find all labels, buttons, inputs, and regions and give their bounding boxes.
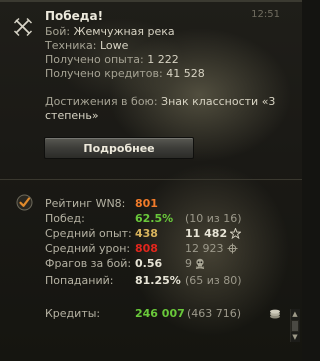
total-frags-value: 9 bbox=[185, 257, 192, 270]
credits-earned-value: 41 528 bbox=[166, 67, 205, 80]
details-button[interactable]: Подробнее bbox=[44, 137, 194, 159]
avg-damage-label: Средний урон: bbox=[45, 242, 131, 255]
message-time: 12:51 bbox=[251, 9, 280, 20]
hits-count: (65 из 80) bbox=[185, 274, 242, 287]
scroll-down-arrow-icon[interactable]: ▼ bbox=[291, 333, 299, 342]
battle-map-line: Бой: Жемчужная река bbox=[45, 25, 175, 38]
credits-label: Кредиты: bbox=[45, 307, 101, 320]
wins-count: (10 из 16) bbox=[185, 212, 242, 225]
vehicle-value: Lowe bbox=[99, 39, 129, 52]
wins-value: 62.5% bbox=[135, 212, 174, 225]
wn8-label: Рейтинг WN8: bbox=[45, 197, 126, 210]
total-xp-value: 11 482 bbox=[185, 227, 228, 240]
crosshair-icon bbox=[226, 243, 238, 254]
vehicle-label: Техника: bbox=[45, 39, 97, 52]
credits-earned-label: Получено кредитов: bbox=[45, 67, 163, 80]
wins-label: Побед: bbox=[45, 212, 85, 225]
achievements-line: Достижения в бою: Знак классности «3 сте… bbox=[45, 95, 280, 123]
skull-icon bbox=[195, 258, 205, 269]
frags-label: Фрагов за бой: bbox=[45, 257, 132, 270]
xp-earned-label: Получено опыта: bbox=[45, 53, 144, 66]
section-divider bbox=[0, 179, 302, 180]
coin-stack-icon bbox=[270, 309, 280, 319]
hits-label: Попаданий: bbox=[45, 274, 114, 287]
credits-value: 246 007 bbox=[135, 307, 185, 320]
battle-map-value: Жемчужная река bbox=[73, 25, 175, 38]
star-icon bbox=[230, 228, 242, 239]
vehicle-line: Техника: Lowe bbox=[45, 39, 128, 52]
battle-map-label: Бой: bbox=[45, 25, 71, 38]
avg-damage-value: 808 bbox=[135, 242, 158, 255]
credits-earned-line: Получено кредитов: 41 528 bbox=[45, 67, 205, 80]
xp-earned-line: Получено опыта: 1 222 bbox=[45, 53, 179, 66]
scrollbar-thumb[interactable] bbox=[291, 320, 299, 332]
total-xp-group: 11 482 bbox=[185, 227, 242, 240]
checkmark-icon bbox=[16, 194, 33, 211]
total-damage-group: 12 923 bbox=[185, 242, 238, 255]
achievements-label: Достижения в бою: bbox=[45, 95, 158, 108]
total-damage-value: 12 923 bbox=[185, 242, 224, 255]
avg-xp-label: Средний опыт: bbox=[45, 227, 132, 240]
notification-panel: 12:51 Победа! Бой: Жемчужная река Техник… bbox=[0, 0, 302, 361]
hits-value: 81.25% bbox=[135, 274, 181, 287]
wn8-value: 801 bbox=[135, 197, 158, 210]
credits-total: (463 716) bbox=[187, 307, 242, 320]
scroll-up-arrow-icon[interactable]: ▲ bbox=[291, 310, 299, 319]
frags-value: 0.56 bbox=[135, 257, 163, 270]
battle-result-title: Победа! bbox=[45, 9, 104, 23]
panel-top-edge bbox=[0, 0, 302, 2]
xp-earned-value: 1 222 bbox=[147, 53, 179, 66]
total-frags-group: 9 bbox=[185, 257, 205, 270]
avg-xp-value: 438 bbox=[135, 227, 158, 240]
crossed-swords-icon bbox=[14, 18, 32, 36]
